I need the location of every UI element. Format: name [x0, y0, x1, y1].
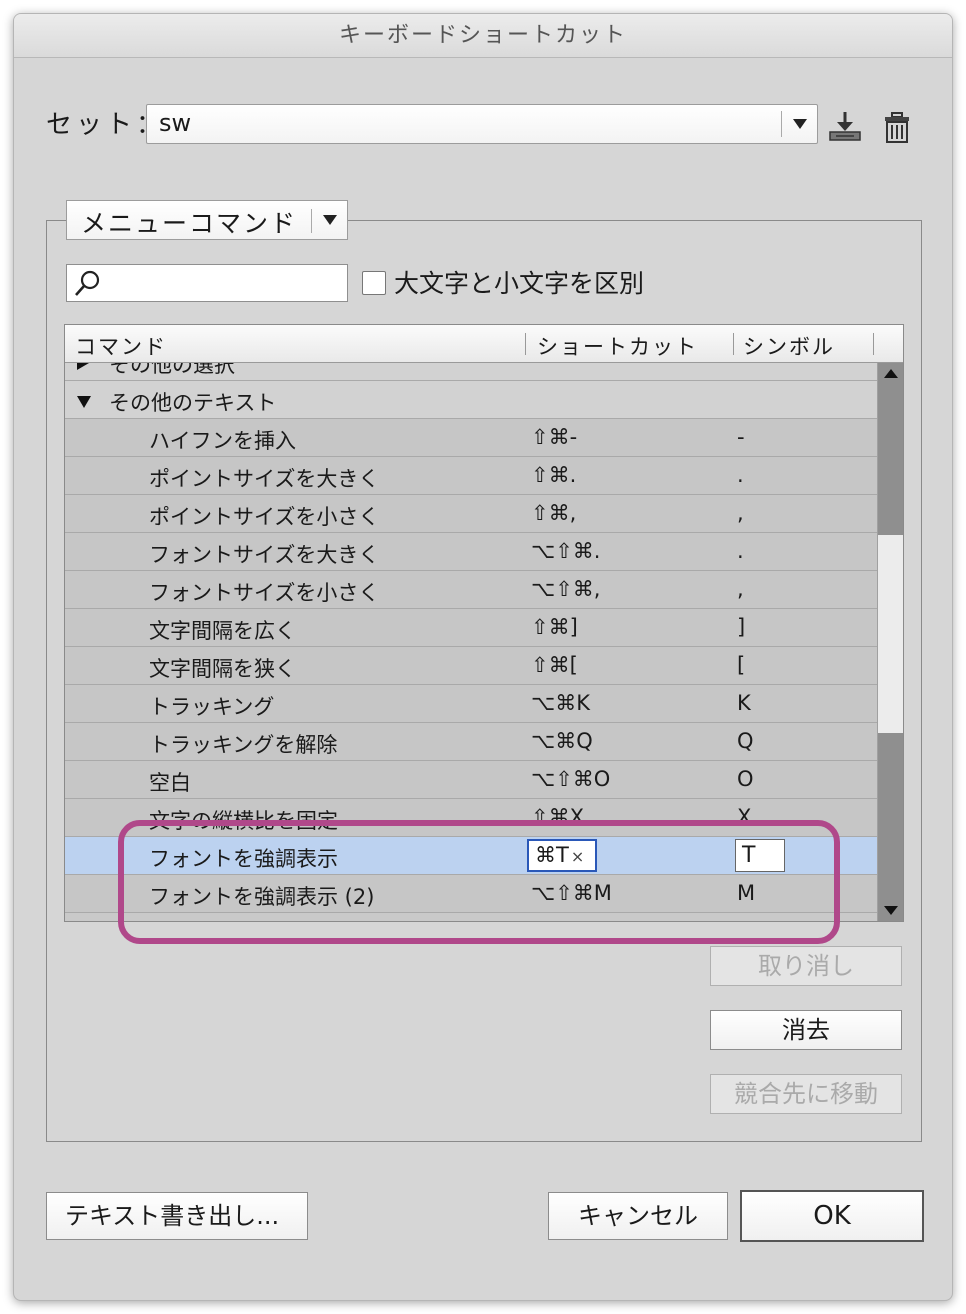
shortcut-cell[interactable]: ⇧⌘,	[531, 501, 576, 525]
category-label: その他の選択	[109, 363, 235, 377]
vertical-scrollbar[interactable]	[877, 363, 903, 921]
symbol-cell[interactable]: ,	[737, 577, 744, 601]
column-divider	[525, 333, 526, 355]
set-value: sw	[159, 109, 192, 137]
command-name: 文字間隔を狭く	[149, 657, 296, 681]
area-select[interactable]: メニューコマンド	[66, 200, 348, 240]
symbol-cell[interactable]: ]	[737, 615, 745, 639]
command-name: トラッキングを解除	[149, 733, 338, 757]
scrollbar-track-fill	[878, 385, 903, 535]
undo-button[interactable]: 取り消し	[710, 946, 902, 986]
chevron-down-icon	[793, 119, 807, 129]
table-header: コマンド ショートカット シンボル	[65, 325, 903, 363]
window-title: キーボードショートカット	[14, 14, 952, 58]
symbol-cell[interactable]: -	[737, 425, 745, 449]
shortcut-cell[interactable]: ⌥⇧⌘.	[531, 539, 600, 563]
command-name: ポイントサイズを小さく	[149, 505, 380, 529]
table-row[interactable]: 文字間隔を広く ⇧⌘] ]	[65, 609, 877, 647]
table-row[interactable]: ハイフンを挿入 ⇧⌘- -	[65, 419, 877, 457]
go-to-conflict-button[interactable]: 競合先に移動	[710, 1074, 902, 1114]
symbol-cell[interactable]: ,	[737, 501, 744, 525]
shortcut-cell[interactable]: ⌥⌘Q	[531, 729, 593, 753]
shortcut-cell[interactable]: ⇧⌘-	[531, 425, 577, 449]
cancel-button[interactable]: キャンセル	[548, 1192, 728, 1240]
combo-divider	[781, 111, 782, 137]
shortcut-cell[interactable]: ⌥⇧⌘O	[531, 767, 610, 791]
command-name: トラッキング	[149, 695, 275, 719]
clear-button[interactable]: 消去	[710, 1010, 902, 1050]
table-row[interactable]: フォントサイズを小さく ⌥⇧⌘, ,	[65, 571, 877, 609]
column-divider	[733, 333, 734, 355]
symbol-cell[interactable]: .	[737, 539, 744, 563]
table-row[interactable]: 文字間隔を狭く ⇧⌘[ [	[65, 647, 877, 685]
table-row[interactable]: ポイントサイズを小さく ⇧⌘, ,	[65, 495, 877, 533]
scrollbar-thumb[interactable]	[878, 733, 903, 899]
column-divider	[873, 333, 874, 355]
table-row[interactable]: トラッキング ⌥⌘K K	[65, 685, 877, 723]
symbol-cell[interactable]: Q	[737, 729, 754, 753]
trash-icon[interactable]	[882, 112, 912, 144]
set-select[interactable]: sw	[146, 104, 818, 144]
chevron-down-icon	[323, 215, 337, 225]
arrow-up-icon	[884, 369, 898, 378]
shortcut-cell[interactable]: ⇧⌘.	[531, 463, 576, 487]
table-row[interactable]: 空白 ⌥⇧⌘O O	[65, 761, 877, 799]
table-row[interactable]: その他のテキスト	[65, 381, 877, 419]
scroll-down-button[interactable]	[878, 899, 903, 921]
category-label: その他のテキスト	[109, 391, 277, 415]
command-name: フォントサイズを大きく	[149, 543, 380, 567]
arrow-down-icon	[884, 906, 898, 915]
disclosure-triangle-icon[interactable]	[77, 363, 89, 370]
command-name: ハイフンを挿入	[149, 429, 296, 453]
search-icon	[75, 270, 100, 296]
command-name: フォントサイズを小さく	[149, 581, 380, 605]
combo-divider	[311, 209, 312, 233]
column-header-symbol[interactable]: シンボル	[743, 331, 835, 361]
symbol-cell[interactable]: [	[737, 653, 745, 677]
ok-button[interactable]: OK	[740, 1190, 924, 1242]
shortcut-cell[interactable]: ⌥⇧⌘,	[531, 577, 600, 601]
table-row[interactable]: トラッキングを解除 ⌥⌘Q Q	[65, 723, 877, 761]
symbol-cell[interactable]: .	[737, 463, 744, 487]
search-input[interactable]	[66, 264, 348, 302]
table-row[interactable]: ポイントサイズを大きく ⇧⌘. .	[65, 457, 877, 495]
symbol-cell[interactable]: K	[737, 691, 751, 715]
save-set-icon[interactable]	[828, 110, 862, 144]
case-sensitive-label: 大文字と小文字を区別	[394, 269, 645, 298]
shortcut-cell[interactable]: ⇧⌘[	[531, 653, 578, 677]
keyboard-shortcuts-dialog: キーボードショートカット セット： sw メニューコマンド 大文字と小文字を区別…	[13, 13, 953, 1301]
command-name: 空白	[149, 771, 191, 795]
annotation-highlight	[118, 820, 840, 944]
table-row[interactable]: フォントサイズを大きく ⌥⇧⌘. .	[65, 533, 877, 571]
export-text-button[interactable]: テキスト書き出し...	[46, 1192, 308, 1240]
column-header-shortcut[interactable]: ショートカット	[537, 331, 698, 361]
column-header-command[interactable]: コマンド	[75, 331, 167, 361]
scroll-up-button[interactable]	[878, 363, 903, 385]
shortcut-cell[interactable]: ⇧⌘]	[531, 615, 578, 639]
command-name: 文字間隔を広く	[149, 619, 296, 643]
shortcut-cell[interactable]: ⌥⌘K	[531, 691, 590, 715]
command-name: ポイントサイズを大きく	[149, 467, 380, 491]
case-sensitive-checkbox[interactable]	[362, 271, 386, 295]
table-row[interactable]: その他の選択	[65, 363, 877, 381]
symbol-cell[interactable]: O	[737, 767, 754, 791]
disclosure-triangle-icon[interactable]	[77, 396, 91, 408]
area-value: メニューコマンド	[81, 209, 298, 238]
